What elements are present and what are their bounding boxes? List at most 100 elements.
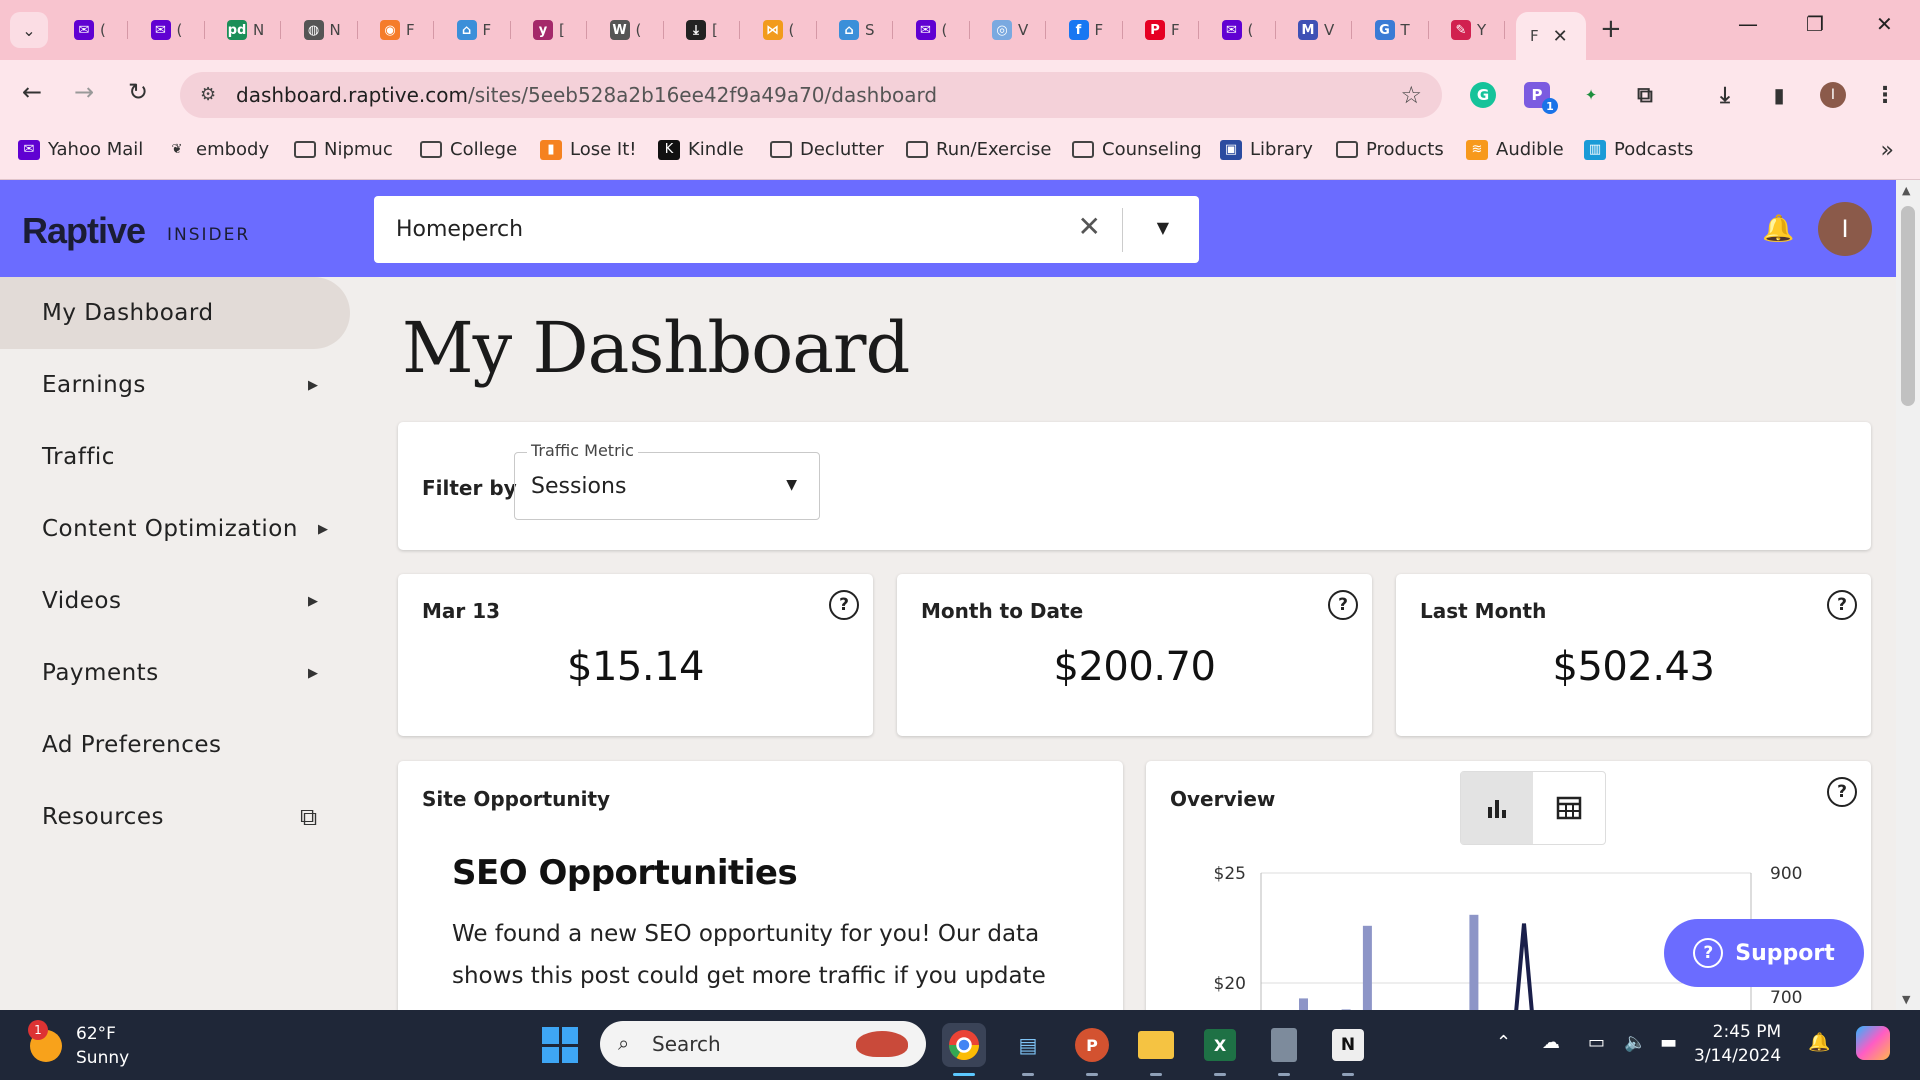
bookmark-star-icon[interactable]: ☆	[1400, 81, 1422, 109]
extensions-puzzle-icon[interactable]: ⧉	[1632, 82, 1658, 108]
help-icon[interactable]: ?	[1328, 590, 1358, 620]
notion-app-icon[interactable]: N	[1326, 1023, 1370, 1076]
scroll-up-icon[interactable]: ▲	[1902, 184, 1910, 197]
sidebar-item-resources[interactable]: Resources ⧉	[0, 781, 350, 853]
sidebar-item-payments[interactable]: Payments ▶	[0, 637, 350, 709]
bookmark-item[interactable]: Run/Exercise	[906, 139, 1051, 160]
system-clock[interactable]: 2:45 PM 3/14/2024	[1694, 1020, 1781, 1068]
profile-avatar[interactable]: I	[1820, 82, 1846, 108]
browser-tab[interactable]: MV	[1284, 12, 1352, 48]
help-icon[interactable]: ?	[1827, 590, 1857, 620]
minimize-icon[interactable]: —	[1738, 12, 1758, 36]
bar-chart-view-button[interactable]	[1461, 772, 1533, 844]
calculator-app-icon[interactable]	[1262, 1023, 1306, 1076]
chrome-app-icon[interactable]	[942, 1023, 986, 1076]
forward-arrow-icon[interactable]: →	[74, 78, 94, 106]
traffic-metric-select[interactable]: Traffic Metric Sessions ▼	[514, 441, 820, 520]
excel-app-icon[interactable]: X	[1198, 1023, 1242, 1076]
tab-separator	[127, 21, 128, 39]
menu-kebab-icon[interactable]: ⋮	[1872, 82, 1898, 108]
extension-p-icon[interactable]: P 1	[1524, 82, 1558, 114]
restore-icon[interactable]: ❐	[1806, 12, 1824, 36]
browser-tab[interactable]: ⌂ F	[443, 12, 511, 48]
bookmark-item[interactable]: ▮ Lose It!	[540, 139, 636, 160]
browser-tab[interactable]: fF	[1055, 12, 1123, 48]
clear-icon[interactable]: ✕	[1078, 210, 1101, 243]
taskbar-search[interactable]: ⌕ Search	[600, 1021, 926, 1067]
copilot-icon[interactable]	[1856, 1026, 1890, 1060]
sidebar-item-earnings[interactable]: Earnings ▶	[0, 349, 350, 421]
reload-icon[interactable]: ↻	[128, 78, 148, 106]
browser-tab[interactable]: W(	[596, 12, 664, 48]
bird-extension-icon[interactable]: ✦	[1578, 82, 1604, 108]
browser-tab[interactable]: ✎ Y	[1437, 12, 1505, 48]
volume-icon[interactable]: 🔈	[1624, 1032, 1646, 1053]
bookmark-item[interactable]: ▣ Library	[1220, 139, 1313, 160]
file-explorer-app-icon[interactable]	[1134, 1023, 1178, 1076]
sidebar-item-my-dashboard[interactable]: My Dashboard	[0, 277, 350, 349]
sidebar-item-videos[interactable]: Videos ▶	[0, 565, 350, 637]
browser-tab[interactable]: pd N	[213, 12, 281, 48]
notepad-app-icon[interactable]: ▤	[1006, 1023, 1050, 1076]
browser-tab[interactable]: y[	[519, 12, 587, 48]
browser-tab[interactable]: ✉(	[137, 12, 205, 48]
close-tab-icon[interactable]: ✕	[1553, 26, 1568, 47]
sidebar-item-traffic[interactable]: Traffic	[0, 421, 350, 493]
support-button[interactable]: ? Support	[1664, 919, 1864, 987]
browser-tab[interactable]: ◎ V	[978, 12, 1046, 48]
bookmark-item[interactable]: College	[420, 139, 517, 160]
browser-tab[interactable]: ✉(	[1208, 12, 1276, 48]
downloads-icon[interactable]: ⤓	[1712, 82, 1738, 108]
help-icon[interactable]: ?	[1827, 777, 1857, 807]
browser-tab[interactable]: ⤓[	[672, 12, 740, 48]
bookmark-item[interactable]: ▥ Podcasts	[1584, 139, 1693, 160]
scroll-down-icon[interactable]: ▼	[1902, 993, 1910, 1006]
bookmark-item[interactable]: Declutter	[770, 139, 884, 160]
tab-search-dropdown[interactable]: ⌄	[10, 12, 48, 48]
browser-tab[interactable]: ✉(	[902, 12, 970, 48]
site-selector[interactable]: Homeperch ✕ ▼	[374, 196, 1199, 263]
grammarly-icon[interactable]: G	[1470, 82, 1496, 108]
browser-tab[interactable]: ✉(	[60, 12, 128, 48]
table-view-button[interactable]	[1533, 772, 1605, 844]
onedrive-cloud-icon[interactable]: ☁	[1542, 1032, 1560, 1053]
sidebar-item-ad-preferences[interactable]: Ad Preferences	[0, 709, 350, 781]
powerpoint-app-icon[interactable]: P	[1070, 1023, 1114, 1076]
new-tab-button[interactable]: +	[1600, 14, 1622, 44]
browser-tab[interactable]: PF	[1131, 12, 1199, 48]
bookmark-item[interactable]: ≋ Audible	[1466, 139, 1564, 160]
user-avatar[interactable]: I	[1818, 202, 1872, 256]
sidebar-item-content-optimization[interactable]: Content Optimization ▶	[0, 493, 350, 565]
browser-tab[interactable]: ⌂ S	[825, 12, 893, 48]
back-arrow-icon[interactable]: ←	[22, 78, 42, 106]
bookmark-item[interactable]: K Kindle	[658, 139, 744, 160]
bookmark-item[interactable]: ❦ embody	[166, 139, 270, 160]
side-panel-icon[interactable]: ▮	[1766, 82, 1792, 108]
bookmarks-overflow-icon[interactable]: »	[1881, 138, 1894, 163]
browser-tab[interactable]: ◍ N	[290, 12, 358, 48]
scrollbar-thumb[interactable]	[1901, 206, 1915, 406]
network-icon[interactable]: ▭	[1588, 1032, 1605, 1053]
close-window-icon[interactable]: ✕	[1876, 12, 1893, 36]
browser-tab[interactable]: GT	[1361, 12, 1429, 48]
site-info-icon[interactable]: ⚙	[200, 84, 216, 105]
raptive-logo[interactable]: Raptive	[22, 210, 146, 252]
browser-tab[interactable]: ◉ F	[366, 12, 434, 48]
bookmark-item[interactable]: ✉ Yahoo Mail	[18, 139, 143, 160]
notification-bell-icon[interactable]: 🔔	[1808, 1032, 1830, 1053]
weather-widget[interactable]: 1 62°F Sunny	[28, 1020, 129, 1070]
battery-icon[interactable]: ▬	[1660, 1032, 1677, 1053]
bookmark-item[interactable]: Nipmuc	[294, 139, 393, 160]
help-icon[interactable]: ?	[829, 590, 859, 620]
page-scrollbar[interactable]: ▲ ▼	[1896, 180, 1920, 1010]
start-button[interactable]	[542, 1027, 578, 1063]
tab-active[interactable]: F ✕	[1516, 12, 1586, 60]
bookmark-item[interactable]: Counseling	[1072, 139, 1202, 160]
caret-down-icon[interactable]: ▼	[1157, 218, 1169, 237]
bookmark-item[interactable]: Products	[1336, 139, 1444, 160]
address-bar[interactable]: ⚙ dashboard.raptive.com/sites/5eeb528a2b…	[180, 72, 1442, 118]
browser-tab[interactable]: ⋈(	[749, 12, 817, 48]
notification-bell-icon[interactable]: 🔔	[1762, 214, 1794, 244]
tray-chevron-up-icon[interactable]: ⌃	[1496, 1032, 1511, 1053]
tab-title: (	[1247, 21, 1254, 39]
